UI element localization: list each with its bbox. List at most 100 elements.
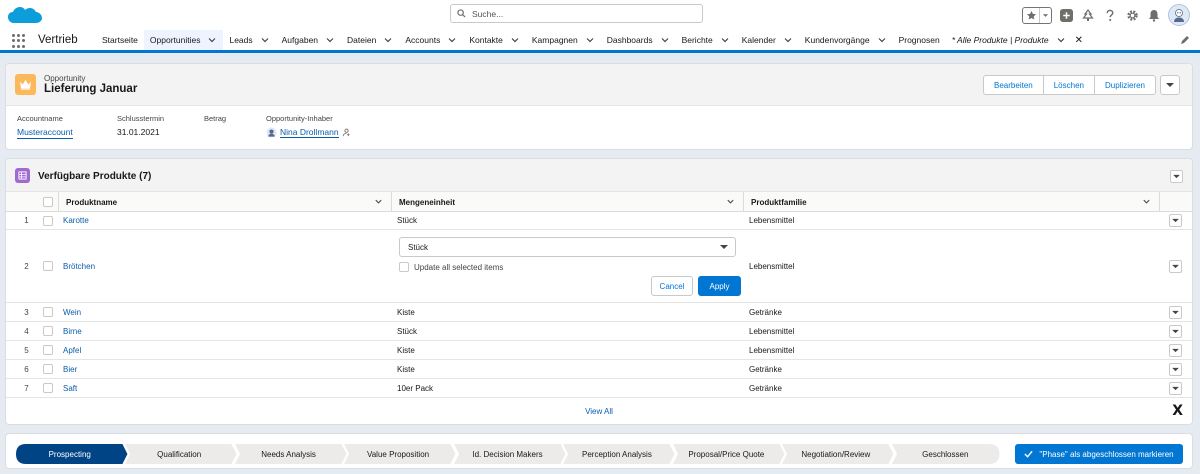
unit-cell[interactable]: Stück: [397, 212, 417, 229]
chevron-down-icon[interactable]: [1039, 7, 1051, 23]
product-name-link[interactable]: Apfel: [63, 341, 81, 359]
path-step[interactable]: Proposal/Price Quote: [672, 444, 785, 464]
chevron-down-icon[interactable]: [1142, 197, 1151, 206]
nav-item-6[interactable]: Kontakte: [463, 30, 526, 50]
bell-icon[interactable]: [1146, 7, 1162, 23]
help-icon[interactable]: [1102, 7, 1118, 23]
nav-item-3[interactable]: Aufgaben: [276, 30, 341, 50]
mark-stage-complete-button[interactable]: "Phase" als abgeschlossen markieren: [1015, 444, 1183, 464]
delete-button[interactable]: Löschen: [1043, 75, 1095, 95]
chevron-down-icon[interactable]: [877, 35, 887, 45]
unit-cell[interactable]: Stück: [397, 322, 417, 340]
row-actions-button[interactable]: [1169, 381, 1182, 395]
path-step[interactable]: Geschlossen: [891, 444, 999, 464]
nav-item-10[interactable]: Kalender: [736, 30, 799, 50]
column-header-family[interactable]: Produktfamilie: [744, 192, 1160, 212]
close-icon[interactable]: X: [1172, 403, 1183, 419]
chevron-down-icon[interactable]: [585, 35, 595, 45]
row-actions-button[interactable]: [1169, 343, 1182, 357]
unit-select[interactable]: Stück: [399, 237, 736, 257]
product-name-link[interactable]: Karotte: [63, 212, 89, 229]
account-link[interactable]: Musteraccount: [17, 127, 73, 139]
unit-cell[interactable]: Kiste: [397, 303, 415, 321]
chevron-down-icon[interactable]: [660, 35, 670, 45]
row-checkbox[interactable]: [43, 307, 53, 317]
row-checkbox[interactable]: [43, 326, 53, 336]
nav-item-11[interactable]: Kundenvorgänge: [799, 30, 893, 50]
row-actions-button[interactable]: [1169, 362, 1182, 376]
nav-item-9[interactable]: Berichte: [676, 30, 736, 50]
update-all-checkbox[interactable]: [399, 262, 409, 272]
edit-nav-icon[interactable]: [1180, 35, 1190, 45]
more-actions-button[interactable]: [1160, 75, 1180, 95]
product-name-link[interactable]: Saft: [63, 379, 77, 397]
chevron-down-icon[interactable]: [783, 35, 793, 45]
unit-cell[interactable]: Kiste: [397, 360, 415, 378]
row-checkbox[interactable]: [43, 215, 53, 226]
nav-item-0[interactable]: Startseite: [96, 30, 144, 50]
row-actions-button[interactable]: [1169, 324, 1182, 338]
close-tab-icon[interactable]: ✕: [1075, 35, 1083, 46]
chevron-down-icon[interactable]: [374, 197, 383, 206]
nav-item-4[interactable]: Dateien: [341, 30, 399, 50]
row-actions-button[interactable]: [1169, 214, 1182, 227]
unit-cell[interactable]: Kiste: [397, 341, 415, 359]
related-list-menu-button[interactable]: [1170, 170, 1183, 183]
row-actions-button[interactable]: [1169, 305, 1182, 319]
row-actions-button[interactable]: [1169, 259, 1182, 273]
row-checkbox[interactable]: [43, 383, 53, 393]
owner-link[interactable]: Nina Drollmann: [280, 127, 339, 138]
nav-item-1[interactable]: Opportunities: [143, 30, 224, 53]
chevron-down-icon[interactable]: [207, 35, 217, 45]
path-step[interactable]: Perception Analysis: [563, 444, 675, 464]
trailhead-icon[interactable]: [1080, 7, 1096, 23]
view-all-link[interactable]: View All: [6, 407, 1192, 416]
product-name-link[interactable]: Brötchen: [63, 230, 95, 302]
chevron-down-icon[interactable]: [726, 197, 735, 206]
add-icon[interactable]: [1058, 7, 1074, 23]
path-step[interactable]: Value Proposition: [344, 444, 456, 464]
path-step[interactable]: Prospecting: [16, 444, 128, 464]
cancel-button[interactable]: Cancel: [651, 276, 693, 296]
select-all-checkbox[interactable]: [43, 197, 53, 207]
chevron-down-icon[interactable]: [1056, 35, 1066, 45]
star-icon[interactable]: [1023, 8, 1039, 23]
nav-item-5[interactable]: Accounts: [399, 30, 463, 50]
clone-button[interactable]: Duplizieren: [1094, 75, 1156, 95]
chevron-down-icon[interactable]: [260, 35, 270, 45]
path-step[interactable]: Qualification: [125, 444, 237, 464]
change-owner-icon[interactable]: [342, 128, 351, 137]
nav-item-7[interactable]: Kampagnen: [526, 30, 601, 50]
row-checkbox[interactable]: [43, 345, 53, 355]
nav-item-8[interactable]: Dashboards: [601, 30, 676, 50]
product-name-link[interactable]: Birne: [63, 322, 82, 340]
column-header-name[interactable]: Produktname: [59, 192, 392, 212]
product-name-link[interactable]: Bier: [63, 360, 77, 378]
favorites-group[interactable]: [1022, 6, 1052, 24]
chevron-down-icon[interactable]: [325, 35, 335, 45]
chevron-down-icon[interactable]: [510, 35, 520, 45]
product-name-link[interactable]: Wein: [63, 303, 81, 321]
table-row: 4 Birne Stück Lebensmittel: [6, 322, 1192, 341]
unit-cell[interactable]: 10er Pack: [397, 379, 433, 397]
nav-item-2[interactable]: Leads: [223, 30, 275, 50]
search-input[interactable]: [472, 8, 692, 19]
column-header-unit[interactable]: Mengeneinheit: [392, 192, 744, 212]
chevron-down-icon[interactable]: [383, 35, 393, 45]
apply-button[interactable]: Apply: [698, 276, 741, 296]
row-checkbox[interactable]: [43, 261, 53, 271]
path-step[interactable]: Needs Analysis: [234, 444, 347, 464]
path-step[interactable]: Id. Decision Makers: [453, 444, 566, 464]
nav-item-12[interactable]: Prognosen: [893, 30, 946, 50]
chevron-down-icon[interactable]: [447, 35, 457, 45]
app-launcher-icon[interactable]: [12, 34, 26, 48]
avatar[interactable]: [1168, 4, 1190, 26]
gear-icon[interactable]: [1124, 7, 1140, 23]
global-search[interactable]: [450, 4, 703, 23]
path-step[interactable]: Negotiation/Review: [782, 444, 894, 464]
edit-button[interactable]: Bearbeiten: [983, 75, 1044, 95]
nav-item-13[interactable]: * Alle Produkte | Produkte ✕: [946, 30, 1089, 50]
chevron-down-icon[interactable]: [720, 35, 730, 45]
row-checkbox[interactable]: [43, 364, 53, 374]
cloud-logo-icon[interactable]: [6, 3, 44, 29]
